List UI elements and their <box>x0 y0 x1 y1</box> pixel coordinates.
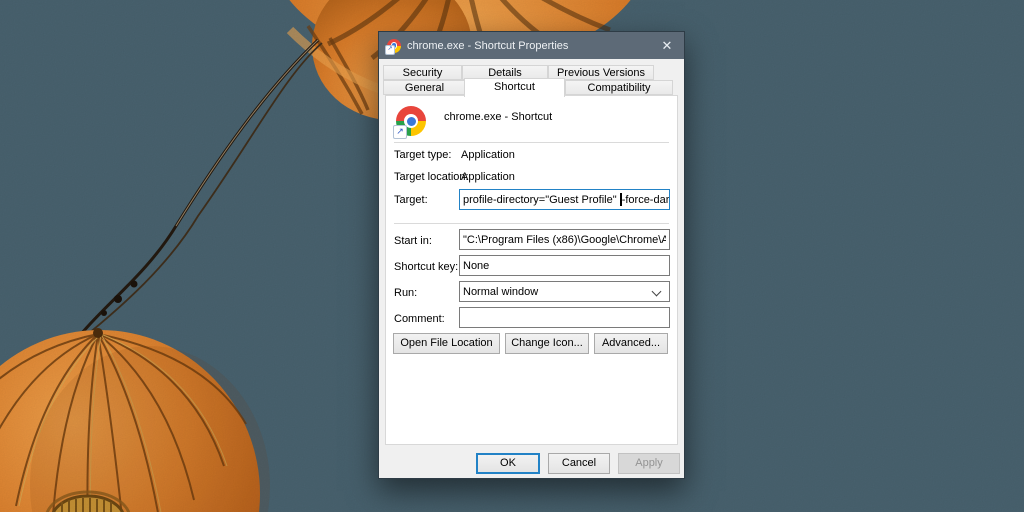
target-type-value: Application <box>461 149 515 161</box>
run-label: Run: <box>394 287 417 299</box>
apply-button[interactable]: Apply <box>618 453 680 474</box>
file-name-label: chrome.exe - Shortcut <box>444 111 552 123</box>
close-icon[interactable]: ✕ <box>650 32 684 59</box>
target-label: Target: <box>394 194 428 206</box>
tab-general[interactable]: General <box>383 80 466 95</box>
comment-input[interactable] <box>459 307 670 328</box>
run-selected-value: Normal window <box>463 286 538 298</box>
shortcut-key-label: Shortcut key: <box>394 261 458 273</box>
target-location-label: Target location: <box>394 171 469 183</box>
window-title: chrome.exe - Shortcut Properties <box>407 40 568 52</box>
cancel-button[interactable]: Cancel <box>548 453 610 474</box>
change-icon-button[interactable]: Change Icon... <box>505 333 589 354</box>
tab-security[interactable]: Security <box>383 65 462 80</box>
tab-shortcut[interactable]: Shortcut <box>464 78 565 97</box>
chevron-down-icon <box>652 287 662 297</box>
start-in-label: Start in: <box>394 235 432 247</box>
comment-label: Comment: <box>394 313 445 325</box>
chrome-app-icon: ↗ <box>387 39 401 53</box>
shortcut-properties-dialog: ↗ chrome.exe - Shortcut Properties ✕ Sec… <box>378 31 685 479</box>
target-location-value: Application <box>461 171 515 183</box>
target-input[interactable]: profile-directory="Guest Profile" -force… <box>459 189 670 210</box>
open-file-location-button[interactable]: Open File Location <box>393 333 500 354</box>
advanced-button[interactable]: Advanced... <box>594 333 668 354</box>
tab-compatibility[interactable]: Compatibility <box>565 80 673 95</box>
divider <box>394 223 669 224</box>
run-dropdown[interactable]: Normal window <box>459 281 670 302</box>
dialog-titlebar[interactable]: ↗ chrome.exe - Shortcut Properties ✕ <box>379 32 684 59</box>
desktop: { "colors": { "desktop_base": "#4a6471",… <box>0 0 1024 512</box>
shortcut-tab-page: ↗ chrome.exe - Shortcut Target type: App… <box>385 95 678 445</box>
target-text-after-cursor: -force-dark-mode <box>622 194 670 206</box>
start-in-input[interactable] <box>459 229 670 250</box>
ok-button[interactable]: OK <box>476 453 540 474</box>
target-text-before-cursor: profile-directory="Guest Profile" <box>463 194 620 206</box>
chrome-file-icon: ↗ <box>396 106 426 136</box>
target-type-label: Target type: <box>394 149 451 161</box>
shortcut-key-input[interactable] <box>459 255 670 276</box>
shortcut-arrow-icon: ↗ <box>393 125 407 139</box>
shortcut-arrow-icon: ↗ <box>385 45 395 55</box>
divider <box>394 142 669 143</box>
